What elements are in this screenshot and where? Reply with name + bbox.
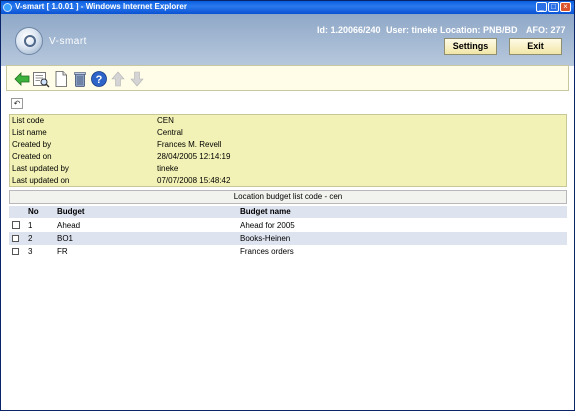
- help-icon[interactable]: ?: [90, 70, 108, 88]
- row-checkbox[interactable]: [12, 248, 19, 255]
- session-id: Id: 1.20066/240: [317, 25, 381, 35]
- maximize-button[interactable]: □: [548, 2, 559, 12]
- info-row: Last updated by tineke: [10, 163, 566, 175]
- row-checkbox[interactable]: [12, 235, 19, 242]
- info-value: 07/07/2008 15:48:42: [157, 176, 231, 185]
- delete-trash-icon[interactable]: [71, 70, 89, 88]
- info-row: Created on 28/04/2005 12:14:19: [10, 151, 566, 163]
- row-checkbox[interactable]: [12, 221, 20, 229]
- info-row: List name Central: [10, 127, 566, 139]
- view-details-icon[interactable]: [32, 70, 50, 88]
- info-label: Last updated on: [12, 176, 70, 185]
- minimize-button[interactable]: _: [536, 2, 547, 12]
- info-value: tineke: [157, 164, 179, 173]
- table-header: No Budget Budget name: [9, 206, 567, 218]
- row-budget-name: Frances orders: [240, 247, 294, 256]
- info-label: List code: [12, 116, 45, 125]
- info-row: List code CEN: [10, 115, 566, 127]
- row-no: 3: [28, 247, 33, 256]
- row-budget-name: Ahead for 2005: [240, 221, 295, 230]
- info-value: Frances M. Revell: [157, 140, 222, 149]
- window-title: V-smart [ 1.0.01 ] - Windows Internet Ex…: [15, 2, 187, 11]
- column-header-budget-name[interactable]: Budget name: [240, 206, 291, 218]
- info-value: Central: [157, 128, 183, 137]
- move-up-icon: [111, 71, 125, 87]
- internet-explorer-icon: [3, 3, 12, 12]
- back-arrow-icon[interactable]: [13, 70, 31, 88]
- row-budget[interactable]: BO1: [57, 232, 73, 245]
- vsmart-logo-icon: [15, 27, 43, 55]
- browser-window: V-smart [ 1.0.01 ] - Windows Internet Ex…: [0, 0, 575, 411]
- session-afo: AFO: 277: [526, 25, 566, 35]
- info-label: Last updated by: [12, 164, 69, 173]
- app-logo-text: V-smart: [49, 36, 87, 47]
- info-value: CEN: [157, 116, 174, 125]
- session-location: Location: PNB/BD: [440, 25, 518, 35]
- list-info-panel: List code CEN List name Central Created …: [9, 114, 567, 187]
- app-header: V-smart Id: 1.20066/240 User: tineke Loc…: [1, 14, 574, 66]
- new-document-icon[interactable]: [52, 70, 70, 88]
- row-budget[interactable]: FR: [57, 245, 68, 258]
- move-down-icon: [130, 71, 144, 87]
- info-label: Created on: [12, 152, 52, 161]
- info-label: List name: [12, 128, 47, 137]
- info-row: Last updated on 07/07/2008 15:48:42: [10, 175, 566, 187]
- row-budget[interactable]: Ahead: [57, 219, 80, 232]
- toolbar: ?: [6, 65, 569, 91]
- settings-button[interactable]: Settings: [444, 38, 497, 55]
- session-user: User: tineke: [386, 25, 438, 35]
- column-header-budget[interactable]: Budget: [57, 206, 85, 218]
- undo-button[interactable]: ↶: [11, 98, 23, 109]
- info-row: Created by Frances M. Revell: [10, 139, 566, 151]
- info-label: Created by: [12, 140, 52, 149]
- close-window-button[interactable]: ×: [560, 2, 571, 12]
- column-header-no[interactable]: No: [28, 206, 39, 218]
- logo-ring: [24, 35, 36, 47]
- row-budget-name: Books-Heinen: [240, 234, 291, 243]
- info-value: 28/04/2005 12:14:19: [157, 152, 231, 161]
- svg-text:?: ?: [96, 74, 103, 86]
- table-row[interactable]: 3 FR Frances orders: [9, 245, 567, 258]
- exit-button[interactable]: Exit: [509, 38, 562, 55]
- table-row[interactable]: 2 BO1 Books-Heinen: [9, 232, 567, 245]
- table-row[interactable]: 1 Ahead Ahead for 2005: [9, 219, 567, 232]
- title-bar: V-smart [ 1.0.01 ] - Windows Internet Ex…: [1, 1, 574, 14]
- row-no: 2: [28, 234, 33, 243]
- section-heading: Location budget list code - cen: [9, 190, 567, 204]
- row-no: 1: [28, 221, 33, 230]
